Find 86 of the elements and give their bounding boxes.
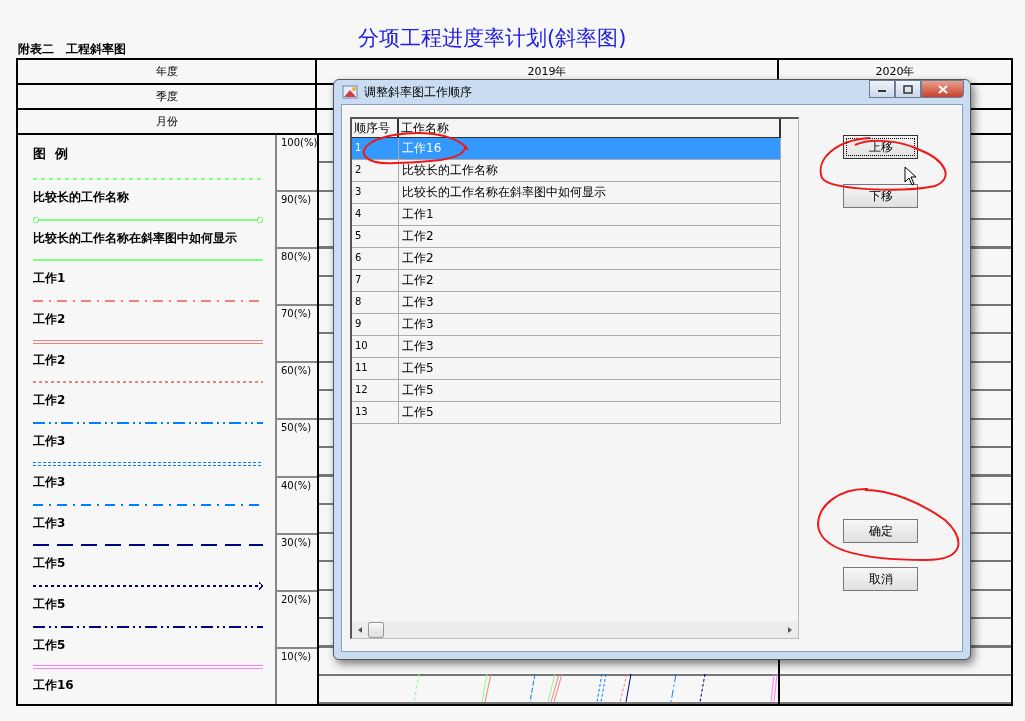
move-up-button[interactable]: 上移 bbox=[843, 135, 918, 159]
legend-label: 工作5 bbox=[33, 595, 67, 613]
list-row[interactable]: 10 工作3 bbox=[352, 336, 781, 358]
close-icon bbox=[937, 84, 948, 94]
table-cell: 工作3 bbox=[399, 336, 781, 357]
percent-label: 10(%) bbox=[281, 650, 312, 662]
legend-label: 工作3 bbox=[33, 473, 67, 491]
table-cell: 6 bbox=[352, 248, 399, 269]
list-row[interactable]: 8 工作3 bbox=[352, 292, 781, 314]
table-cell: 比较长的工作名称 bbox=[399, 160, 781, 181]
list-row[interactable]: 11 工作5 bbox=[352, 358, 781, 380]
table-cell: 12 bbox=[352, 380, 399, 401]
app-icon bbox=[342, 84, 358, 100]
legend-label: 工作2 bbox=[33, 351, 67, 369]
ok-button[interactable]: 确定 bbox=[843, 519, 918, 543]
table-cell: 工作3 bbox=[399, 292, 781, 313]
legend-label: 工作2 bbox=[33, 311, 67, 329]
maximize-button[interactable] bbox=[895, 80, 921, 98]
close-button[interactable] bbox=[921, 80, 964, 98]
percent-label: 80(%) bbox=[281, 251, 312, 263]
table-cell: 工作2 bbox=[399, 270, 781, 291]
percent-label: 60(%) bbox=[281, 365, 312, 377]
list-row[interactable]: 6 工作2 bbox=[352, 248, 781, 270]
legend-label: 工作5 bbox=[33, 636, 67, 654]
percent-label: 30(%) bbox=[281, 536, 312, 548]
minimize-button[interactable] bbox=[869, 80, 895, 98]
legend-label: 比较长的工作名称在斜率图中如何显示 bbox=[33, 229, 238, 247]
cursor-icon bbox=[904, 166, 918, 186]
dialog-title: 调整斜率图工作顺序 bbox=[364, 83, 472, 101]
legend-label: 工作16 bbox=[33, 677, 75, 695]
scroll-left-icon[interactable] bbox=[356, 625, 364, 634]
table-cell: 11 bbox=[352, 358, 399, 379]
list-row[interactable]: 9 工作3 bbox=[352, 314, 781, 336]
table-cell: 工作16 bbox=[399, 138, 781, 159]
list-row[interactable]: 12 工作5 bbox=[352, 380, 781, 402]
list-row[interactable]: 7 工作2 bbox=[352, 270, 781, 292]
column-header[interactable]: 工作名称 bbox=[399, 119, 781, 138]
table-cell: 3 bbox=[352, 182, 399, 203]
percent-label: 90(%) bbox=[281, 194, 312, 206]
legend-title: 图 例 bbox=[33, 145, 70, 163]
table-cell: 8 bbox=[352, 292, 399, 313]
percent-label: 50(%) bbox=[281, 422, 312, 434]
move-down-button[interactable]: 下移 bbox=[843, 184, 918, 208]
maximize-icon bbox=[903, 84, 913, 94]
header-cell: 季度 bbox=[18, 85, 317, 108]
table-cell: 工作1 bbox=[399, 204, 781, 225]
percent-label: 40(%) bbox=[281, 479, 312, 491]
table-cell: 9 bbox=[352, 314, 399, 335]
percent-label: 70(%) bbox=[281, 308, 312, 320]
percent-label: 20(%) bbox=[281, 593, 312, 605]
header-cell: 月份 bbox=[18, 110, 317, 133]
list-row[interactable]: 13 工作5 bbox=[352, 402, 781, 424]
table-cell: 工作3 bbox=[399, 314, 781, 335]
list-row[interactable]: 4 工作1 bbox=[352, 204, 781, 226]
page-title: 分项工程进度率计划(斜率图) bbox=[358, 25, 627, 52]
legend-label: 工作1 bbox=[33, 270, 67, 288]
table-cell: 7 bbox=[352, 270, 399, 291]
list-row[interactable]: 5 工作2 bbox=[352, 226, 781, 248]
table-cell: 10 bbox=[352, 336, 399, 357]
legend-label: 比较长的工作名称 bbox=[33, 189, 130, 206]
table-cell: 2 bbox=[352, 160, 399, 181]
cancel-button[interactable]: 取消 bbox=[843, 567, 918, 591]
legend-label: 工作3 bbox=[33, 514, 67, 532]
table-cell: 4 bbox=[352, 204, 399, 225]
table-cell: 工作2 bbox=[399, 226, 781, 247]
list-row[interactable]: 2 比较长的工作名称 bbox=[352, 160, 781, 182]
table-cell: 1 bbox=[352, 138, 399, 159]
table-cell: 工作5 bbox=[399, 402, 781, 423]
header-cell: 年度 bbox=[18, 60, 317, 83]
percent-label: 100(%) bbox=[281, 137, 318, 148]
legend-label: 工作3 bbox=[33, 433, 67, 451]
table-cell: 工作5 bbox=[399, 358, 781, 379]
header-cell-text: 2020年 bbox=[874, 64, 916, 80]
legend-label: 工作5 bbox=[33, 555, 67, 573]
table-cell: 比较长的工作名称在斜率图中如何显示 bbox=[399, 182, 781, 203]
sheet-caption: 附表二 工程斜率图 bbox=[18, 41, 126, 58]
list-row[interactable]: 3 比较长的工作名称在斜率图中如何显示 bbox=[352, 182, 781, 204]
table-cell: 工作5 bbox=[399, 380, 781, 401]
column-header[interactable]: 顺序号 bbox=[352, 119, 399, 138]
legend-label: 工作2 bbox=[33, 392, 67, 410]
horizontal-scrollbar[interactable] bbox=[352, 621, 798, 638]
table-cell: 工作2 bbox=[399, 248, 781, 269]
table-cell: 13 bbox=[352, 402, 399, 423]
table-cell: 5 bbox=[352, 226, 399, 247]
scroll-thumb[interactable] bbox=[368, 621, 384, 638]
scroll-right-icon[interactable] bbox=[786, 625, 794, 634]
